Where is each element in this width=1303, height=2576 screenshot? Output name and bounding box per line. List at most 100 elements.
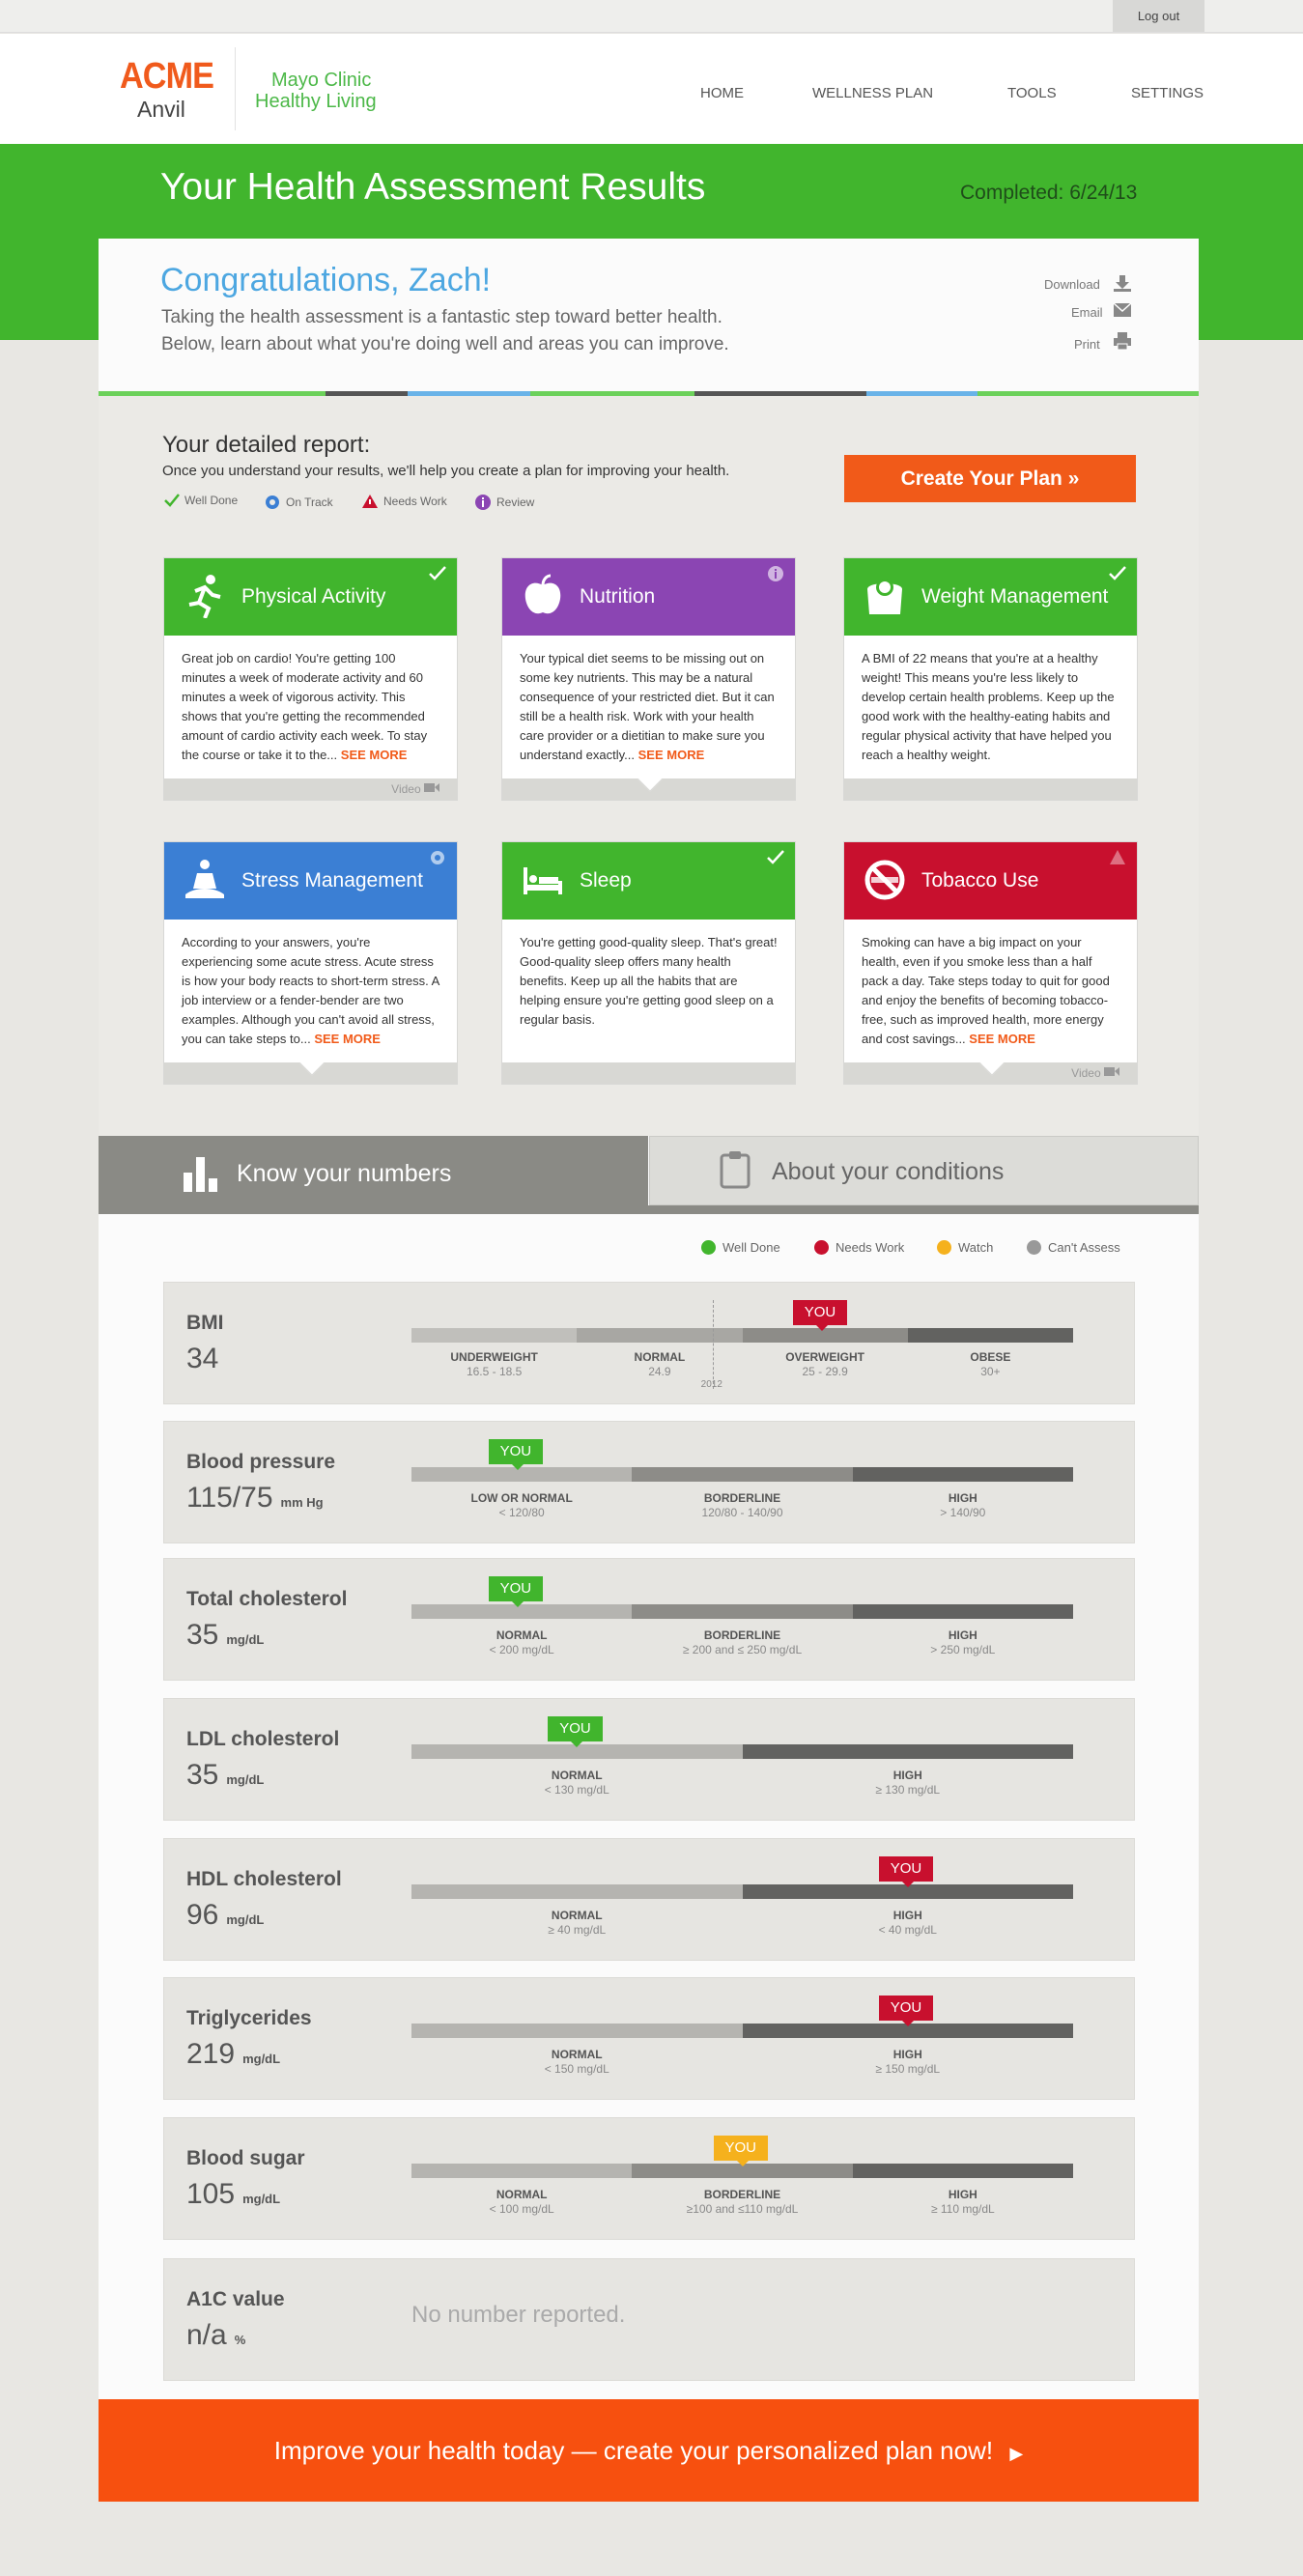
greeting-text-1: Taking the health assessment is a fantas… bbox=[161, 307, 722, 327]
range-bar bbox=[411, 2024, 1073, 2038]
email-link[interactable]: Email bbox=[1071, 305, 1103, 320]
card-title: Nutrition bbox=[580, 585, 656, 608]
metric-value: n/a% bbox=[186, 2319, 245, 2352]
card-sleep[interactable]: Sleep You're getting good-quality sleep.… bbox=[501, 841, 796, 1085]
card-physical-activity[interactable]: Physical Activity Great job on cardio! Y… bbox=[163, 557, 458, 801]
nav-home[interactable]: HOME bbox=[700, 85, 744, 101]
range-label: HIGH > 250 mg/dL bbox=[881, 1628, 1045, 1657]
nav-settings[interactable]: SETTINGS bbox=[1131, 85, 1204, 101]
metric-value: 105 mg/dL bbox=[186, 2178, 280, 2211]
report-title: Your detailed report: bbox=[162, 432, 371, 458]
range-threshold: > 250 mg/dL bbox=[930, 1643, 996, 1656]
range-segment bbox=[411, 2164, 633, 2178]
numbers-legend-watch: Watch bbox=[937, 1240, 993, 1255]
range-segment bbox=[577, 1328, 743, 1343]
nav-wellness-plan[interactable]: WELLNESS PLAN bbox=[812, 85, 933, 101]
you-marker: YOU bbox=[488, 1576, 544, 1601]
partner-logo-line1: Mayo Clinic bbox=[271, 70, 372, 91]
report-subtitle: Once you understand your results, we'll … bbox=[162, 463, 730, 479]
card-header: Nutrition bbox=[502, 558, 795, 636]
range-threshold: ≥ 110 mg/dL bbox=[930, 2202, 995, 2216]
card-stress-management[interactable]: Stress Management According to your answ… bbox=[163, 841, 458, 1085]
info-icon bbox=[475, 495, 491, 510]
range-threshold: < 150 mg/dL bbox=[544, 2062, 609, 2076]
previous-marker-line bbox=[712, 1300, 714, 1389]
range-label: NORMAL ≥ 40 mg/dL bbox=[495, 1909, 659, 1938]
range-label: OVERWEIGHT 25 - 29.9 bbox=[743, 1350, 907, 1379]
see-more-link[interactable]: SEE MORE bbox=[314, 1032, 381, 1046]
range-name: BORDERLINE bbox=[703, 2188, 781, 2201]
range-name: HIGH bbox=[948, 1491, 977, 1505]
range-threshold: 120/80 - 140/90 bbox=[701, 1506, 783, 1519]
card-tobacco-use[interactable]: Tobacco Use Smoking can have a big impac… bbox=[843, 841, 1138, 1085]
range-label: HIGH ≥ 130 mg/dL bbox=[826, 1769, 990, 1798]
card-body: Great job on cardio! You're getting 100 … bbox=[164, 636, 457, 778]
range-threshold: 16.5 - 18.5 bbox=[466, 1365, 523, 1378]
video-link[interactable]: Video bbox=[1071, 1066, 1100, 1080]
card-footer bbox=[502, 1062, 795, 1084]
range-label: OBESE 30+ bbox=[908, 1350, 1072, 1379]
card-weight-management[interactable]: Weight Management A BMI of 22 means that… bbox=[843, 557, 1138, 801]
metric-unit: mg/dL bbox=[226, 1632, 265, 1647]
metric-blood-sugar: Blood sugar 105 mg/dL NORMAL < 100 mg/dL BOR… bbox=[163, 2117, 1135, 2240]
footer-cta-button[interactable]: Improve your health today — create your … bbox=[99, 2399, 1199, 2502]
video-camera-icon[interactable] bbox=[1104, 1066, 1119, 1077]
warning-icon bbox=[362, 495, 378, 508]
video-camera-icon[interactable] bbox=[424, 782, 439, 793]
range-label: NORMAL 24.9 bbox=[578, 1350, 742, 1379]
you-marker: YOU bbox=[713, 2136, 769, 2161]
gear-icon bbox=[431, 851, 444, 864]
you-marker-pointer bbox=[511, 1601, 524, 1607]
print-icon[interactable] bbox=[1113, 331, 1132, 351]
apple-icon bbox=[524, 574, 561, 614]
range-segment bbox=[411, 1884, 743, 1899]
you-marker-pointer bbox=[571, 1741, 583, 1747]
metric-value-number: 34 bbox=[186, 1343, 219, 1374]
gray-dot-icon bbox=[1027, 1240, 1041, 1255]
metric-value: 34 bbox=[186, 1343, 218, 1375]
logout-button[interactable]: Log out bbox=[1113, 0, 1204, 32]
card-footer bbox=[844, 778, 1137, 800]
range-name: HIGH bbox=[892, 2048, 922, 2061]
running-icon bbox=[188, 575, 221, 618]
range-threshold: < 130 mg/dL bbox=[544, 1783, 609, 1797]
card-text: A BMI of 22 means that you're at a healt… bbox=[862, 651, 1115, 762]
create-plan-button[interactable]: Create Your Plan » bbox=[844, 455, 1136, 502]
legend-label: Well Done bbox=[184, 494, 239, 507]
range-label: HIGH < 40 mg/dL bbox=[826, 1909, 990, 1938]
print-link[interactable]: Print bbox=[1074, 337, 1100, 352]
legend-label: Review bbox=[496, 495, 535, 509]
metric-value: 35 mg/dL bbox=[186, 1759, 264, 1792]
nav-tools[interactable]: TOOLS bbox=[1007, 85, 1057, 101]
logo-acme[interactable]: ACME bbox=[120, 56, 214, 98]
metric-value: 115/75 mm Hg bbox=[186, 1482, 324, 1514]
see-more-link[interactable]: SEE MORE bbox=[341, 748, 408, 762]
metric-name: HDL cholesterol bbox=[186, 1868, 342, 1890]
range-label: LOW OR NORMAL < 120/80 bbox=[439, 1491, 604, 1520]
tab-about-conditions[interactable]: About your conditions bbox=[649, 1136, 1199, 1205]
card-header: Weight Management bbox=[844, 558, 1137, 636]
tab-know-your-numbers[interactable]: Know your numbers bbox=[99, 1136, 648, 1214]
see-more-link[interactable]: SEE MORE bbox=[969, 1032, 1035, 1046]
download-icon[interactable] bbox=[1113, 273, 1132, 293]
range-name: HIGH bbox=[892, 1909, 922, 1922]
range-name: LOW OR NORMAL bbox=[470, 1491, 573, 1505]
range-name: HIGH bbox=[948, 2188, 977, 2201]
range-segment bbox=[852, 1604, 1073, 1619]
video-link[interactable]: Video bbox=[391, 782, 420, 796]
download-link[interactable]: Download bbox=[1044, 277, 1100, 292]
range-name: NORMAL bbox=[496, 1628, 548, 1642]
check-icon bbox=[1109, 566, 1126, 580]
scale-icon bbox=[867, 579, 902, 614]
see-more-link[interactable]: SEE MORE bbox=[638, 748, 705, 762]
range-label: NORMAL < 130 mg/dL bbox=[495, 1769, 659, 1798]
legend-label: Needs Work bbox=[383, 495, 447, 508]
metric-unit: mg/dL bbox=[226, 1772, 265, 1787]
email-icon[interactable] bbox=[1113, 302, 1132, 318]
metric-value-number: 219 bbox=[186, 2038, 236, 2070]
page-title: Your Health Assessment Results bbox=[160, 166, 706, 208]
range-label: NORMAL < 100 mg/dL bbox=[439, 2188, 604, 2217]
card-nutrition[interactable]: Nutrition Your typical diet seems to be … bbox=[501, 557, 796, 801]
range-name: NORMAL bbox=[496, 2188, 548, 2201]
you-marker: YOU bbox=[878, 1996, 934, 2021]
